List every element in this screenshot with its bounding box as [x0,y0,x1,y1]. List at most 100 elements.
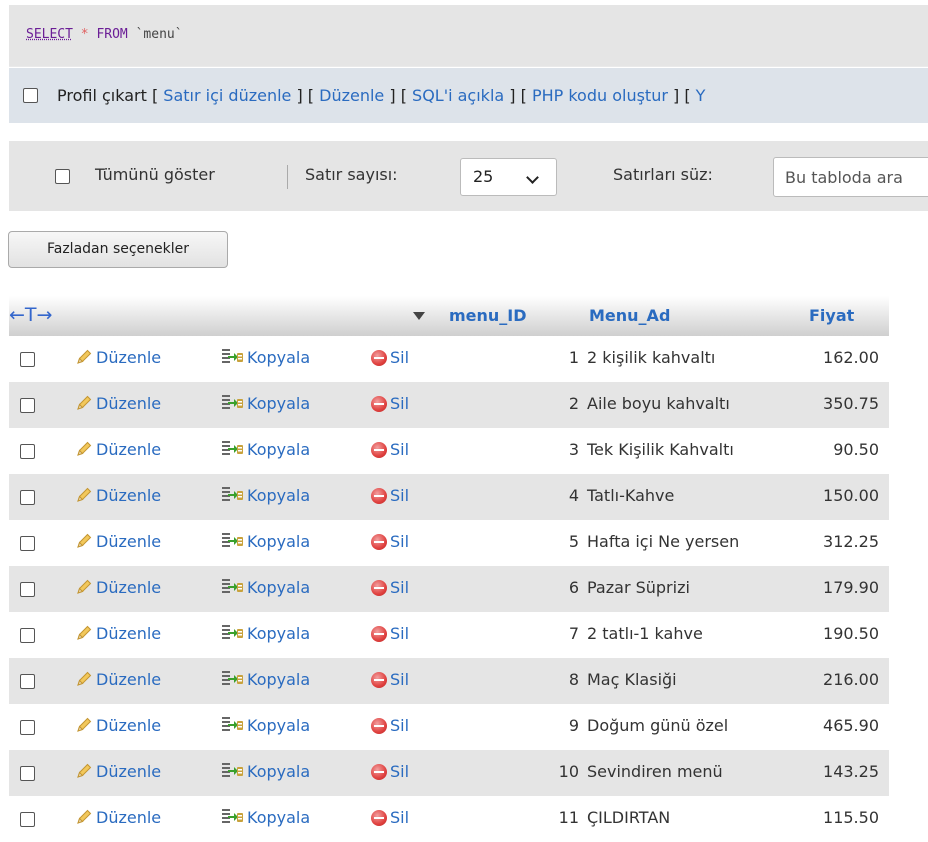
profile-label[interactable]: Profil çıkart [57,86,147,105]
edit-action[interactable]: Düzenle [75,624,161,643]
show-all-checkbox[interactable] [55,169,70,184]
menu-id-cell[interactable]: 8 [539,670,579,689]
filter-rows-field[interactable] [773,157,928,197]
row-checkbox[interactable] [20,536,35,551]
menu-name-cell[interactable]: Tek Kişilik Kahvaltı [587,440,734,459]
price-cell[interactable]: 465.90 [809,716,879,735]
row-checkbox[interactable] [20,720,35,735]
row-checkbox[interactable] [20,628,35,643]
column-header-menu-ad[interactable]: Menu_Ad [589,306,670,325]
refresh-link[interactable]: Y [696,86,706,105]
copy-action[interactable]: Kopyala [221,578,310,597]
edit-action[interactable]: Düzenle [75,670,161,689]
copy-action[interactable]: Kopyala [221,808,310,827]
copy-action[interactable]: Kopyala [221,348,310,367]
column-arrows-icon[interactable]: ←T→ [9,304,52,326]
copy-action[interactable]: Kopyala [221,532,310,551]
price-cell[interactable]: 350.75 [809,394,879,413]
menu-id-cell[interactable]: 2 [539,394,579,413]
price-cell[interactable]: 190.50 [809,624,879,643]
menu-name-cell[interactable]: 2 kişilik kahvaltı [587,348,715,367]
delete-action[interactable]: Sil [371,394,409,413]
delete-action[interactable]: Sil [371,716,409,735]
delete-action[interactable]: Sil [371,440,409,459]
edit-link[interactable]: Düzenle [319,86,384,105]
edit-action[interactable]: Düzenle [75,394,161,413]
filter-rows-input[interactable] [774,158,928,196]
delete-action[interactable]: Sil [371,670,409,689]
menu-name-cell[interactable]: Tatlı-Kahve [587,486,674,505]
edit-action[interactable]: Düzenle [75,808,161,827]
extra-options-button[interactable]: Fazladan seçenekler [8,231,228,268]
price-cell[interactable]: 115.50 [809,808,879,827]
row-checkbox[interactable] [20,766,35,781]
menu-name-cell[interactable]: Maç Klasiği [587,670,677,689]
copy-action[interactable]: Kopyala [221,716,310,735]
edit-action[interactable]: Düzenle [75,440,161,459]
edit-action[interactable]: Düzenle [75,578,161,597]
menu-id-cell[interactable]: 3 [539,440,579,459]
delete-action[interactable]: Sil [371,624,409,643]
menu-name-cell[interactable]: Hafta içi Ne yersen [587,532,739,551]
create-php-code-link[interactable]: PHP kodu oluştur [532,86,668,105]
menu-name-cell[interactable]: Aile boyu kahvaltı [587,394,730,413]
menu-name-cell[interactable]: Sevindiren menü [587,762,723,781]
table-row: Düzenle Kopyala Sil 6 Pazar Süprizi 179.90 [9,566,889,612]
menu-name-cell[interactable]: Doğum günü özel [587,716,728,735]
delete-action[interactable]: Sil [371,348,409,367]
price-cell[interactable]: 216.00 [809,670,879,689]
menu-name-cell[interactable]: ÇILDIRTAN [587,808,670,827]
edit-action[interactable]: Düzenle [75,486,161,505]
copy-action[interactable]: Kopyala [221,440,310,459]
menu-id-cell[interactable]: 4 [539,486,579,505]
edit-action[interactable]: Düzenle [75,716,161,735]
row-checkbox[interactable] [20,398,35,413]
column-header-menu-id[interactable]: menu_ID [449,306,527,325]
price-cell[interactable]: 150.00 [809,486,879,505]
sql-select-keyword[interactable]: SELECT [26,27,73,42]
edit-action[interactable]: Düzenle [75,762,161,781]
row-count-label: Satır sayısı: [305,165,398,184]
copy-action[interactable]: Kopyala [221,762,310,781]
menu-name-cell[interactable]: 2 tatlı-1 kahve [587,624,703,643]
menu-id-cell[interactable]: 7 [539,624,579,643]
row-count-select[interactable]: 25 [460,158,557,196]
row-checkbox[interactable] [20,490,35,505]
delete-action[interactable]: Sil [371,762,409,781]
row-checkbox[interactable] [20,812,35,827]
column-header-fiyat[interactable]: Fiyat [809,306,854,325]
menu-id-cell[interactable]: 9 [539,716,579,735]
edit-action[interactable]: Düzenle [75,348,161,367]
menu-id-cell[interactable]: 11 [539,808,579,827]
copy-action[interactable]: Kopyala [221,624,310,643]
delete-action[interactable]: Sil [371,532,409,551]
row-checkbox[interactable] [20,674,35,689]
explain-sql-link[interactable]: SQL'i açıkla [412,86,504,105]
menu-id-cell[interactable]: 5 [539,532,579,551]
profile-checkbox[interactable] [23,88,38,103]
sort-down-icon[interactable] [413,312,425,320]
delete-action[interactable]: Sil [371,486,409,505]
row-checkbox[interactable] [20,352,35,367]
price-cell[interactable]: 162.00 [809,348,879,367]
copy-action[interactable]: Kopyala [221,486,310,505]
delete-action[interactable]: Sil [371,808,409,827]
edit-action[interactable]: Düzenle [75,532,161,551]
copy-action[interactable]: Kopyala [221,670,310,689]
menu-id-cell[interactable]: 10 [539,762,579,781]
price-cell[interactable]: 143.25 [809,762,879,781]
row-checkbox[interactable] [20,444,35,459]
copy-action-label: Kopyala [247,670,311,689]
price-cell[interactable]: 179.90 [809,578,879,597]
menu-id-cell[interactable]: 6 [539,578,579,597]
delete-action[interactable]: Sil [371,578,409,597]
inline-edit-link[interactable]: Satır içi düzenle [163,86,291,105]
price-cell[interactable]: 312.25 [809,532,879,551]
copy-action-label: Kopyala [247,532,311,551]
row-checkbox[interactable] [20,582,35,597]
copy-action[interactable]: Kopyala [221,394,310,413]
price-cell[interactable]: 90.50 [809,440,879,459]
menu-name-cell[interactable]: Pazar Süprizi [587,578,690,597]
show-all-label[interactable]: Tümünü göster [95,165,215,184]
menu-id-cell[interactable]: 1 [539,348,579,367]
